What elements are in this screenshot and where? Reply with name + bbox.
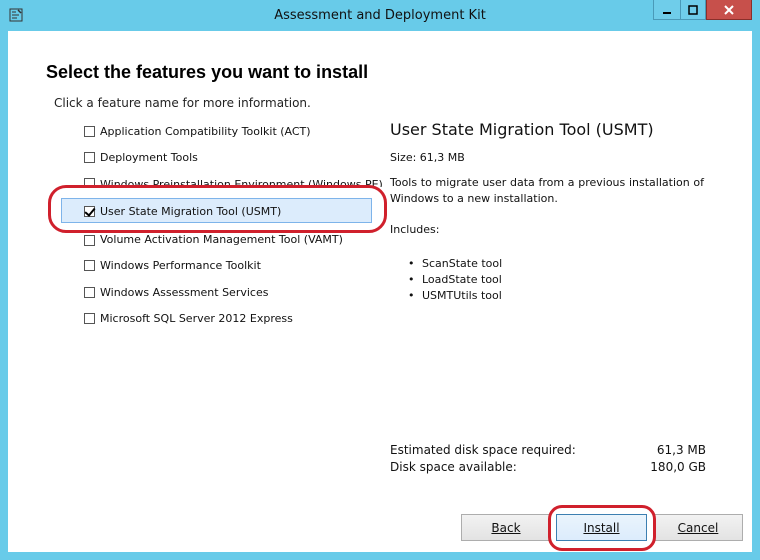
disk-available-row: Disk space available: 180,0 GB [390,460,706,474]
feature-label[interactable]: Deployment Tools [100,151,198,164]
feature-performance-toolkit[interactable]: Windows Performance Toolkit [84,256,261,274]
cancel-button[interactable]: Cancel [653,514,743,541]
feature-label[interactable]: Microsoft SQL Server 2012 Express [100,312,293,325]
maximize-button[interactable] [680,0,706,20]
feature-deployment-tools-checkbox[interactable] [84,151,95,163]
feature-label[interactable]: Application Compatibility Toolkit (ACT) [100,125,311,138]
title-bar[interactable]: Assessment and Deployment Kit [0,0,760,31]
feature-detail-description: Tools to migrate user data from a previo… [390,176,704,205]
back-button[interactable]: Back [461,514,551,541]
maximize-icon [688,4,698,15]
disk-required-value: 61,3 MB [656,443,706,457]
bullet-icon: • [408,272,415,286]
disk-available-value: 180,0 GB [650,460,706,474]
page-subheading: Click a feature name for more informatio… [54,96,311,110]
minimize-icon [663,11,671,14]
disk-required-row: Estimated disk space required: 61,3 MB [390,443,706,457]
list-item: • USMTUtils tool [408,287,502,303]
feature-act-checkbox[interactable] [84,125,95,137]
feature-label[interactable]: Windows Assessment Services [100,286,268,299]
tool-name: LoadState tool [422,272,502,286]
installer-window: Assessment and Deployment Kit Select the… [0,0,760,560]
tool-name: USMTUtils tool [422,288,502,302]
feature-detail-size: Size: 61,3 MB [390,151,465,164]
usmt-annotation-ring [48,185,387,233]
minimize-button[interactable] [653,0,680,20]
bullet-icon: • [408,256,415,270]
bullet-icon: • [408,288,415,302]
included-tools-list: • ScanState tool • LoadState tool • USMTUti… [408,255,502,303]
feature-performance-toolkit-checkbox[interactable] [84,259,95,271]
feature-vamt-checkbox[interactable] [84,235,95,246]
close-button[interactable] [706,0,752,20]
feature-vamt[interactable]: Volume Activation Management Tool (VAMT) [84,231,343,246]
close-icon [724,4,734,15]
list-item: • LoadState tool [408,271,502,287]
feature-detail-title: User State Migration Tool (USMT) [390,120,654,139]
feature-deployment-tools[interactable]: Deployment Tools [84,148,198,166]
page-heading: Select the features you want to install [46,62,369,82]
tool-name: ScanState tool [422,256,503,270]
feature-sql-server-checkbox[interactable] [84,312,95,324]
feature-sql-server[interactable]: Microsoft SQL Server 2012 Express [84,309,293,327]
disk-required-label: Estimated disk space required: [390,443,576,457]
feature-label[interactable]: Windows Performance Toolkit [100,259,261,272]
window-title: Assessment and Deployment Kit [274,8,486,23]
list-item: • ScanState tool [408,255,502,271]
feature-label[interactable]: Volume Activation Management Tool (VAMT) [100,233,343,246]
feature-detail-includes-label: Includes: [390,223,440,236]
disk-available-label: Disk space available: [390,460,517,474]
feature-assessment-services[interactable]: Windows Assessment Services [84,283,268,301]
feature-act[interactable]: Application Compatibility Toolkit (ACT) [84,122,311,140]
install-annotation-ring [548,505,656,551]
feature-assessment-services-checkbox[interactable] [84,286,95,298]
